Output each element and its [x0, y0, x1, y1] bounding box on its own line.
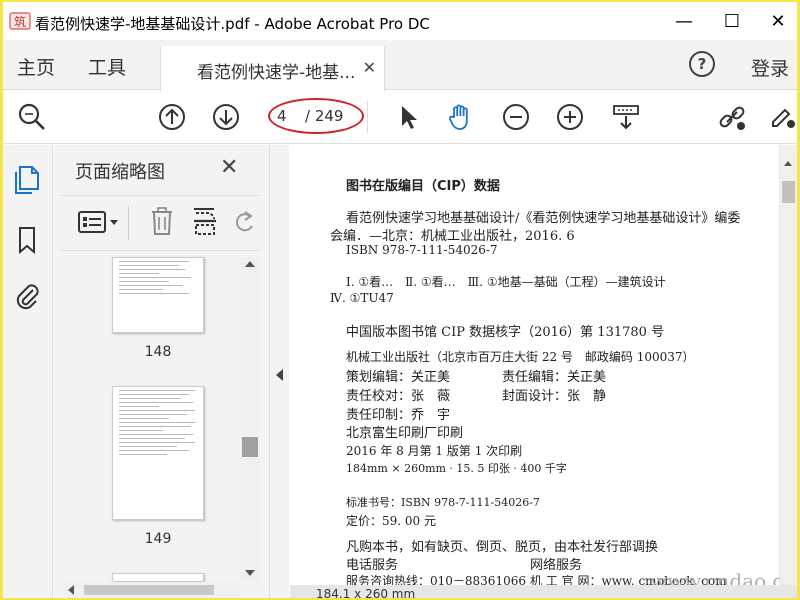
- rotate-page-icon[interactable]: [234, 208, 256, 234]
- login-button[interactable]: 登录: [751, 54, 789, 81]
- maximize-button[interactable]: ☐: [709, 2, 755, 40]
- page-thumbnail[interactable]: [112, 257, 204, 333]
- extract-pages-icon[interactable]: [192, 206, 218, 236]
- editor-line: 策划编辑：关正美 责任编辑：关正美: [346, 370, 607, 385]
- isbn-line: ISBN 978-7-111-54026-7: [346, 243, 498, 257]
- maximize-icon: ☐: [723, 10, 741, 32]
- document-tab-label: 看范例快速学-地基...: [197, 63, 356, 83]
- horizontal-scrollbar-thumb[interactable]: [84, 585, 214, 595]
- doc-scroll-up-icon[interactable]: [784, 161, 792, 166]
- collapse-panel-icon[interactable]: [276, 369, 283, 381]
- page-size-text: 184.1 x 260 mm: [316, 587, 416, 598]
- document-tab-close-icon[interactable]: ✕: [363, 58, 376, 77]
- page-size-status: 184.1 x 260 mm: [290, 585, 797, 598]
- page-thumbnails-icon[interactable]: [13, 165, 41, 195]
- help-icon[interactable]: ?: [689, 51, 715, 77]
- tab-tools[interactable]: 工具: [88, 53, 126, 80]
- scrollbar-thumb[interactable]: [242, 437, 258, 457]
- attachments-icon[interactable]: [13, 281, 41, 311]
- app-logo-icon: 筑: [9, 12, 31, 30]
- panel-toolbar: [60, 195, 260, 251]
- minimize-button[interactable]: —: [661, 2, 707, 40]
- thumbnail-scrollbar[interactable]: [240, 257, 260, 581]
- document-scrollbar[interactable]: [780, 145, 797, 585]
- classification-line: Ⅰ. ①看… Ⅱ. ①看… Ⅲ. ①地基—基础（工程）—建筑设计: [346, 275, 666, 289]
- window-title: 看范例快速学-地基基础设计.pdf - Adobe Acrobat Pro DC: [35, 15, 430, 33]
- share-link-icon[interactable]: [717, 102, 747, 132]
- classification-line: Ⅳ. ①TU47: [330, 291, 394, 305]
- printer-line: 北京富生印刷厂印刷: [346, 426, 464, 441]
- page-thumbnail[interactable]: [112, 386, 204, 520]
- price-line: 定价：59. 00 元: [346, 514, 436, 528]
- delete-page-icon[interactable]: [150, 206, 174, 236]
- page-up-icon[interactable]: [157, 102, 187, 132]
- highlight-circle-annotation: [268, 98, 364, 134]
- phone-service-label: 电话服务: [346, 558, 399, 573]
- title-bar: 筑 看范例快速学-地基基础设计.pdf - Adobe Acrobat Pro …: [3, 2, 797, 40]
- search-zoom-icon[interactable]: [17, 102, 47, 132]
- sign-icon[interactable]: [767, 102, 797, 132]
- page-down-icon[interactable]: [211, 102, 241, 132]
- tab-document[interactable]: 看范例快速学-地基... ✕: [160, 46, 385, 91]
- app-logo-text: 筑: [14, 14, 26, 29]
- document-view[interactable]: 图书在版编目（CIP）数据 看范例快速学习地基基础设计/《看范例快速学习地基基础…: [290, 145, 797, 598]
- tab-bar: 主页 工具 看范例快速学-地基... ✕ ? 登录: [3, 40, 797, 91]
- cip-line: 会编．—北京：机械工业出版社，2016. 6: [330, 229, 575, 244]
- cip-line: 看范例快速学习地基基础设计/《看范例快速学习地基基础设计》编委: [346, 211, 741, 226]
- edition-line: 2016 年 8 月第 1 版第 1 次印刷: [346, 444, 523, 458]
- scroll-left-icon[interactable]: [68, 585, 74, 595]
- thumbnail-page-label: 148: [144, 344, 172, 360]
- acrobat-window: 筑 看范例快速学-地基基础设计.pdf - Adobe Acrobat Pro …: [3, 2, 797, 598]
- publisher-line: 机械工业出版社（北京市百万庄大街 22 号 邮政编码 100037）: [346, 350, 695, 364]
- scroll-up-icon[interactable]: [245, 261, 255, 267]
- thumbnail-content: [113, 261, 203, 294]
- bookmarks-icon[interactable]: [13, 225, 41, 255]
- navigation-rail: [3, 145, 53, 598]
- web-service-label: 网络服务: [530, 558, 583, 573]
- format-line: 184mm × 260mm · 15. 5 印张 · 400 千字: [346, 462, 567, 475]
- close-icon: ✕: [770, 10, 786, 32]
- toolbar: 4 / 249: [3, 91, 797, 144]
- toolbar-divider: [367, 101, 368, 133]
- panel-close-icon[interactable]: ✕: [220, 155, 238, 180]
- standard-isbn-line: 标准书号：ISBN 978-7-111-54026-7: [346, 496, 540, 509]
- select-cursor-icon[interactable]: [393, 102, 423, 132]
- page-thumbnail[interactable]: [112, 573, 204, 581]
- cip-heading: 图书在版编目（CIP）数据: [346, 179, 500, 194]
- panel-title: 页面缩略图: [75, 162, 165, 183]
- proofreader-line: 责任校对：张 薇 封面设计：张 静: [346, 389, 607, 404]
- pdf-page: 图书在版编目（CIP）数据 看范例快速学习地基基础设计/《看范例快速学习地基基础…: [290, 145, 797, 593]
- doc-scrollbar-thumb[interactable]: [782, 181, 795, 203]
- panel-splitter[interactable]: [269, 145, 289, 598]
- tab-home[interactable]: 主页: [17, 53, 55, 80]
- hand-tool-icon[interactable]: [445, 102, 475, 132]
- tool-divider: [128, 206, 129, 240]
- thumbnail-page-label: 149: [144, 531, 172, 547]
- thumbnail-options-icon[interactable]: [78, 210, 120, 236]
- scroll-down-icon[interactable]: [245, 570, 255, 576]
- zoom-in-icon[interactable]: [555, 102, 585, 132]
- close-window-button[interactable]: ✕: [755, 2, 797, 40]
- minimize-icon: —: [675, 10, 693, 32]
- thumbnails-panel: 页面缩略图 ✕ 148 149: [54, 145, 269, 598]
- thumbnail-content: [113, 390, 203, 455]
- notice-line: 凡购本书，如有缺页、倒页、脱页，由本社发行部调换: [346, 540, 659, 555]
- zoom-out-icon[interactable]: [501, 102, 531, 132]
- cip-number-line: 中国版本图书馆 CIP 数据核字（2016）第 131780 号: [346, 325, 665, 340]
- thumbnail-horizontal-scrollbar[interactable]: [64, 582, 240, 598]
- print-manager-line: 责任印制：乔 宇: [346, 408, 451, 423]
- page-display-icon[interactable]: [611, 102, 641, 132]
